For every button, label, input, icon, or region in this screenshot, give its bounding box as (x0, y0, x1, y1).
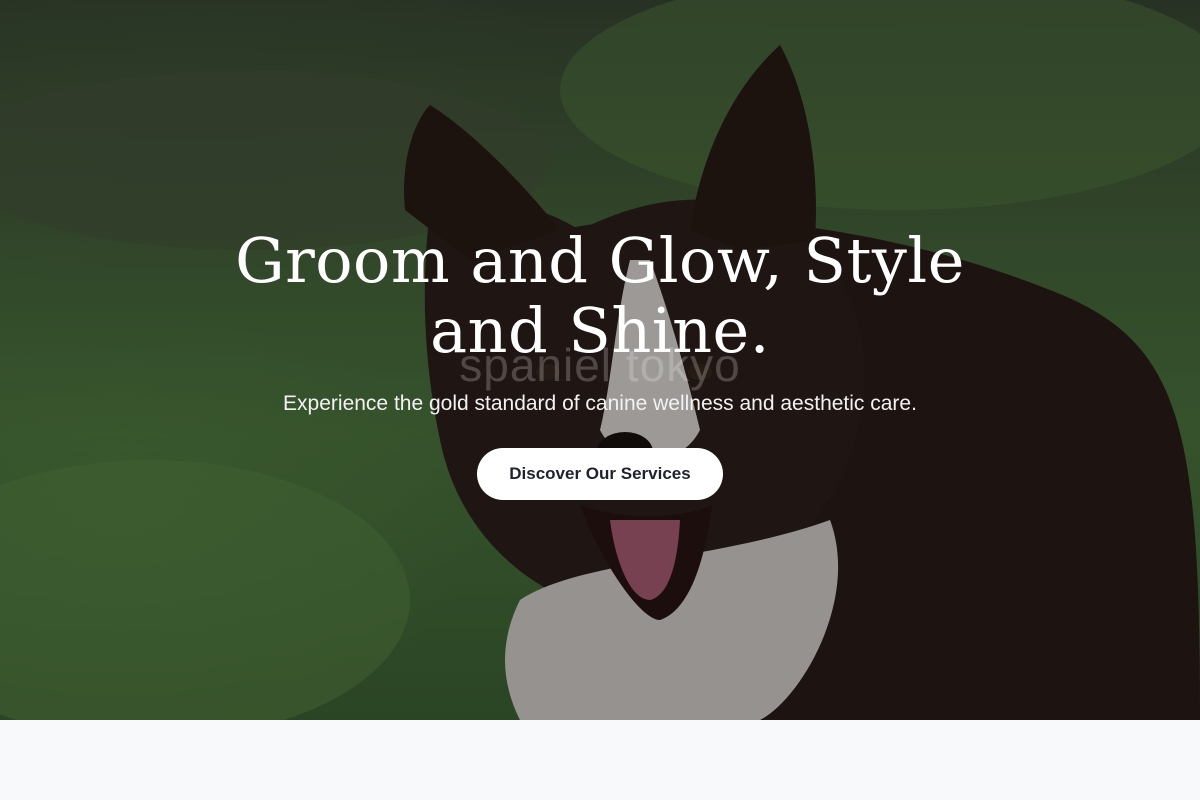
discover-services-button[interactable]: Discover Our Services (477, 448, 723, 500)
hero-title: Groom and Glow, Style and Shine. (235, 224, 965, 367)
hero-subtitle: Experience the gold standard of canine w… (283, 392, 917, 415)
hero-section: spaniel tokyo Groom and Glow, Style and … (0, 0, 1200, 720)
hero-content: Groom and Glow, Style and Shine. Experie… (0, 226, 1200, 500)
below-hero-section (0, 720, 1200, 800)
